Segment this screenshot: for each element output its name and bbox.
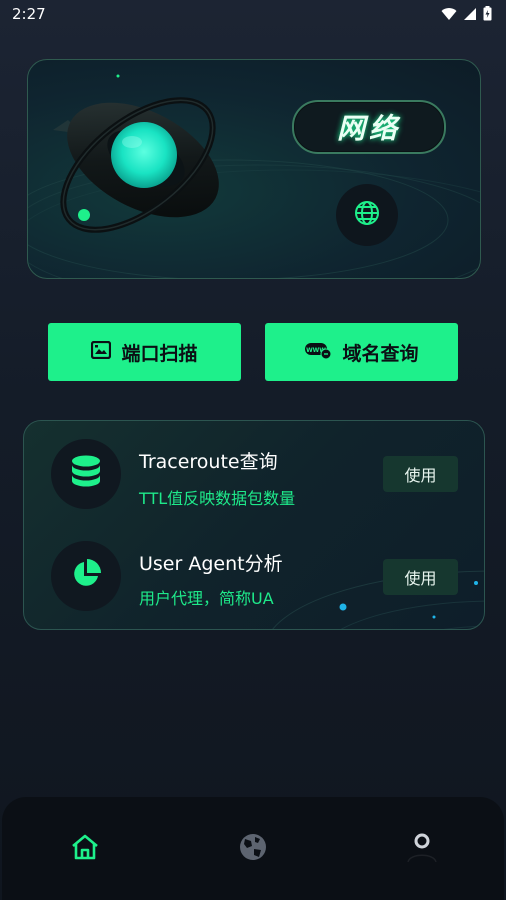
nav-globe[interactable]: [237, 833, 269, 865]
port-scan-button[interactable]: 端口扫描: [48, 323, 241, 381]
traceroute-icon-wrap: [51, 439, 121, 509]
domain-lookup-label: 域名查询: [342, 342, 419, 365]
user-agent-subtitle: 用户代理，简称UA: [139, 589, 274, 608]
globe-button[interactable]: [336, 184, 398, 246]
nav-profile[interactable]: [406, 833, 438, 865]
tools-card: Traceroute查询 TTL值反映数据包数量 使用 User Agent分析…: [23, 420, 485, 630]
battery-icon: [483, 6, 492, 25]
hero-title: 网络: [336, 112, 401, 145]
traceroute-use-button[interactable]: 使用: [383, 456, 458, 492]
hero-card: 网络: [27, 59, 481, 279]
planet-illustration: [28, 74, 480, 278]
wifi-icon: [441, 6, 457, 25]
globe-icon: [239, 833, 267, 865]
traceroute-title: Traceroute查询: [139, 451, 278, 473]
nav-home[interactable]: [69, 833, 101, 865]
status-icons: [441, 6, 492, 25]
user-agent-use-button[interactable]: 使用: [383, 559, 458, 595]
signal-icon: [463, 6, 477, 25]
user-agent-title: User Agent分析: [139, 553, 283, 575]
traceroute-subtitle: TTL值反映数据包数量: [139, 489, 296, 508]
www-icon: WWW: [304, 340, 332, 365]
home-icon: [71, 834, 99, 864]
database-icon: [71, 455, 101, 493]
port-scan-label: 端口扫描: [121, 342, 198, 365]
user-agent-icon-wrap: [51, 541, 121, 611]
pie-chart-icon: [70, 558, 102, 594]
profile-icon: [406, 831, 438, 867]
domain-lookup-button[interactable]: WWW 域名查询: [265, 323, 458, 381]
image-icon: [91, 340, 112, 364]
status-time: 2:27: [12, 5, 46, 23]
network-title-pill: 网络: [292, 100, 446, 154]
status-bar: 2:27: [0, 0, 506, 28]
globe-icon: [354, 200, 380, 230]
bottom-nav: [2, 797, 504, 900]
